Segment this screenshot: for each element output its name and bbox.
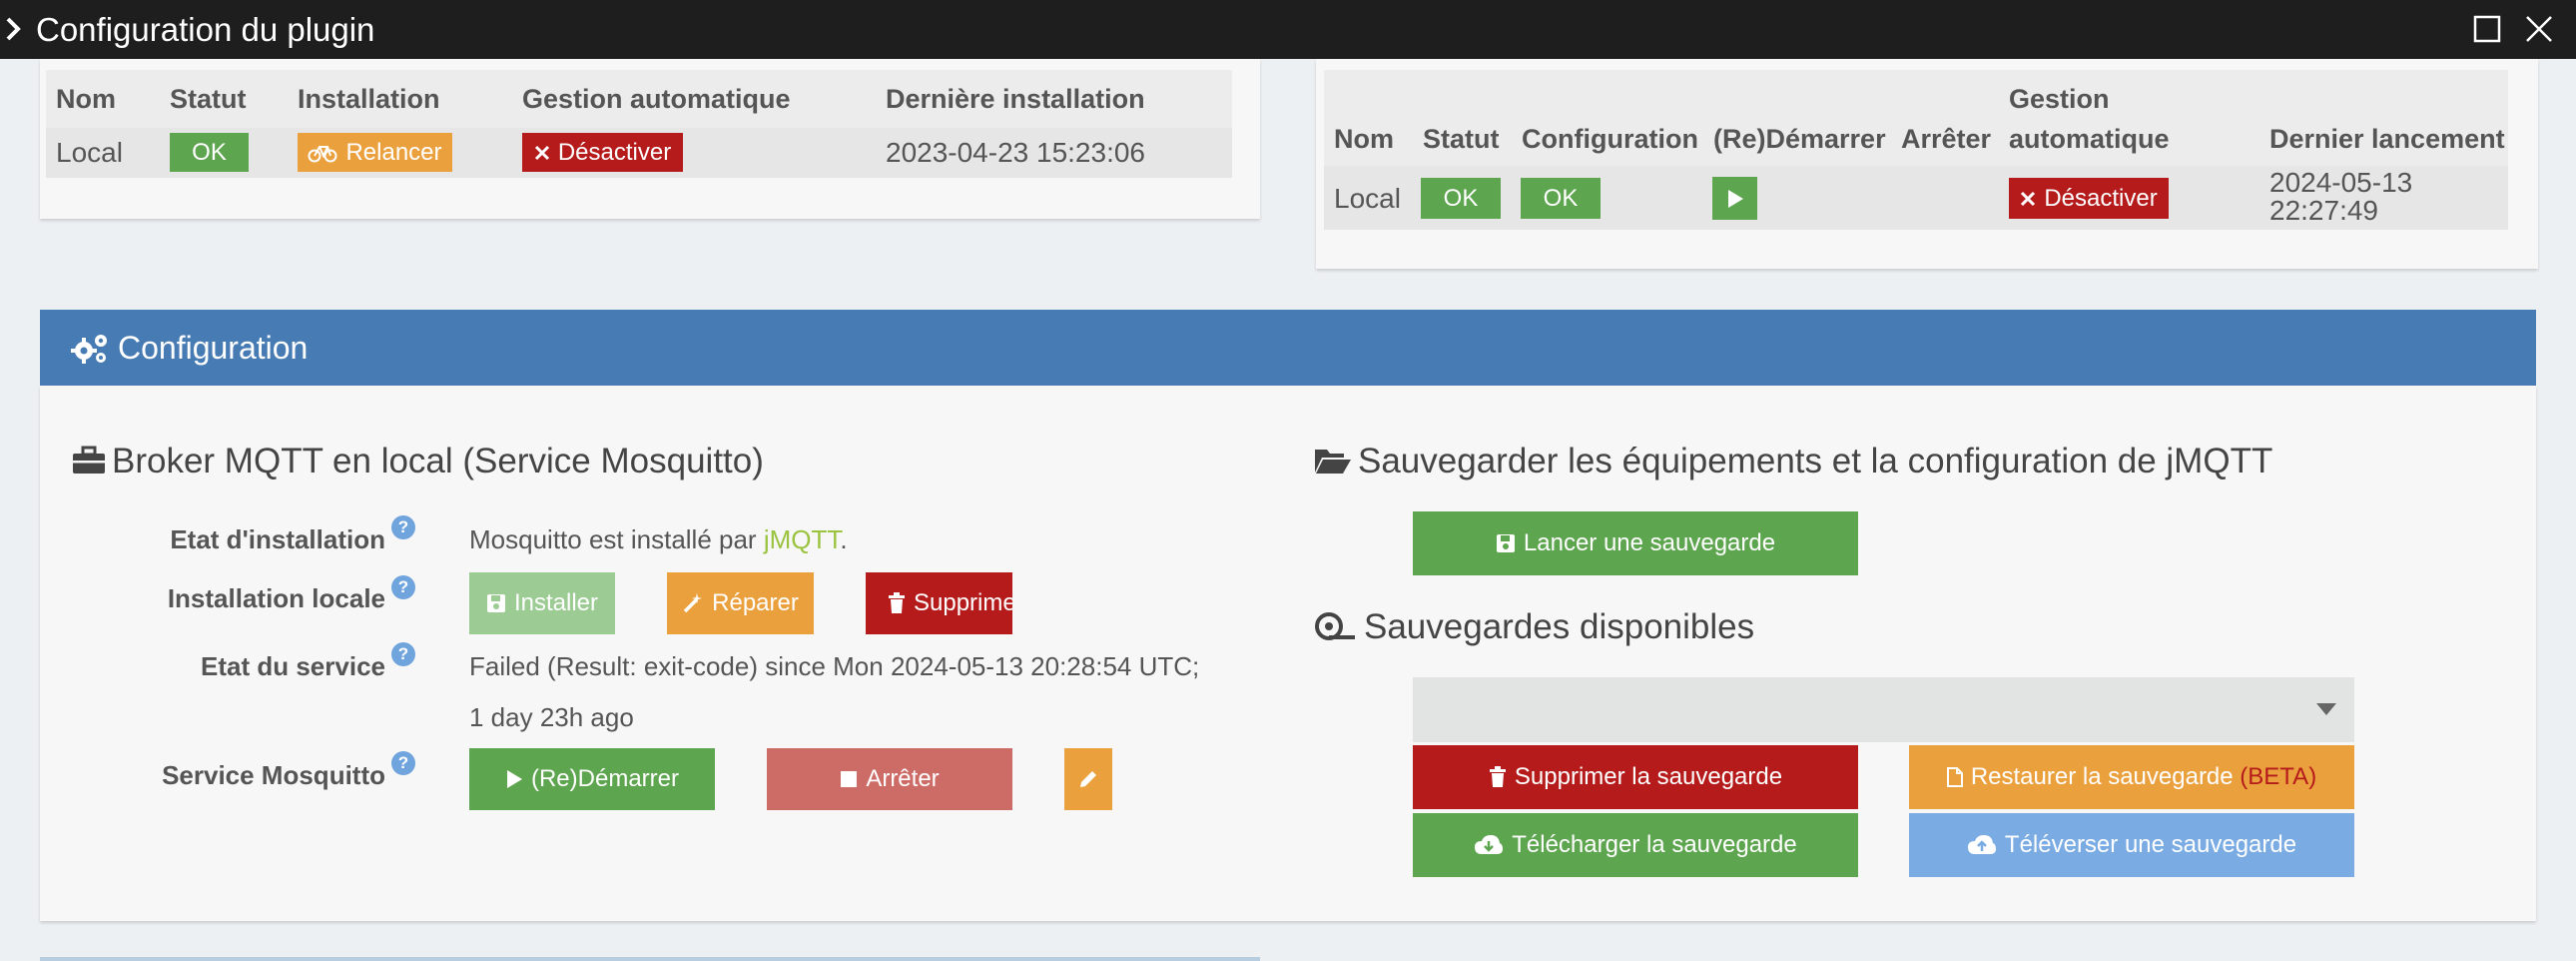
save-icon xyxy=(486,594,505,612)
maximize-icon[interactable] xyxy=(2472,14,2502,44)
toolbox-icon xyxy=(73,446,105,474)
close-icon[interactable] xyxy=(2524,14,2554,44)
file-icon xyxy=(1946,767,1963,787)
bicycle-icon xyxy=(308,145,337,162)
cloud-download-icon xyxy=(1475,835,1504,854)
install-mosquitto-button[interactable]: Installer xyxy=(469,572,615,634)
upload-backup-button[interactable]: Téléverser une sauvegarde xyxy=(1909,813,2354,877)
dropdown-caret-icon xyxy=(2316,703,2336,715)
help-icon[interactable]: ? xyxy=(391,515,415,539)
available-backups-title: Sauvegardes disponibles xyxy=(1314,605,1754,649)
jmqtt-link[interactable]: jMQTT xyxy=(764,524,841,554)
delete-backup-button[interactable]: Supprimer la sauvegarde xyxy=(1413,745,1858,809)
deactivate-auto-daemon-button[interactable]: Désactiver xyxy=(2009,178,2169,219)
service-mosquitto-label: Service Mosquitto xyxy=(162,760,385,790)
save-icon xyxy=(1496,534,1515,552)
deactivate-auto-install-button[interactable]: Désactiver xyxy=(522,133,683,172)
backup-section-title: Sauvegarder les équipements et la config… xyxy=(1314,440,2272,483)
install-state-value: Mosquitto est installé par jMQTT. xyxy=(469,524,848,554)
trash-icon xyxy=(889,592,905,613)
play-icon xyxy=(506,770,522,788)
col-header-last-install: Dernière installation xyxy=(886,84,1145,114)
window-title: Configuration du plugin xyxy=(36,11,375,48)
delete-mosquitto-button[interactable]: Supprimer xyxy=(866,572,1012,634)
times-icon xyxy=(534,145,549,160)
install-state-label: Etat d'installation xyxy=(170,524,385,554)
col-header-stop: Arrêter xyxy=(1901,124,1992,154)
daemon-last-launch-time: 22:27:49 xyxy=(2269,195,2378,226)
window-title-bar: Configuration du plugin xyxy=(0,0,2576,59)
cloud-upload-icon xyxy=(1967,835,1996,854)
times-icon xyxy=(2021,191,2036,206)
local-install-label: Installation locale xyxy=(167,583,385,613)
daemon-last-launch-date: 2024-05-13 xyxy=(2269,167,2413,198)
col-header-status: Statut xyxy=(170,84,247,114)
restore-backup-button[interactable]: Restaurer la sauvegarde (BETA) xyxy=(1909,745,2354,809)
dependencies-status-badge: OK xyxy=(170,133,249,172)
chevron-right-icon[interactable] xyxy=(4,16,24,42)
stop-mosquitto-button[interactable]: Arrêter xyxy=(767,748,1012,810)
restart-mosquitto-button[interactable]: (Re)Démarrer xyxy=(469,748,715,810)
daemon-restart-button[interactable] xyxy=(1712,177,1757,220)
dependencies-name: Local xyxy=(56,137,123,168)
daemon-status-badge: OK xyxy=(1421,178,1501,219)
daemon-name: Local xyxy=(1334,183,1401,214)
beta-tag: (BETA) xyxy=(2240,763,2317,790)
folder-open-icon xyxy=(1315,450,1351,474)
repair-mosquitto-button[interactable]: Réparer xyxy=(667,572,814,634)
col-header-status: Statut xyxy=(1423,124,1500,154)
download-backup-button[interactable]: Télécharger la sauvegarde xyxy=(1413,813,1858,877)
help-icon[interactable]: ? xyxy=(391,751,415,775)
col-header-auto-management-line2: automatique xyxy=(2009,124,2170,154)
stop-icon xyxy=(841,771,858,787)
dependencies-last-install: 2023-04-23 15:23:06 xyxy=(886,137,1145,168)
trash-icon xyxy=(1489,766,1506,787)
edit-mosquitto-config-button[interactable] xyxy=(1064,748,1112,810)
launch-backup-button[interactable]: Lancer une sauvegarde xyxy=(1413,511,1858,575)
col-header-restart: (Re)Démarrer xyxy=(1713,124,1886,154)
col-header-auto-management: Gestion automatique xyxy=(522,84,791,114)
daemon-config-badge: OK xyxy=(1521,178,1601,219)
magic-wand-icon xyxy=(683,593,703,613)
next-section-border xyxy=(40,957,1260,961)
service-state-line1: Failed (Result: exit-code) since Mon 202… xyxy=(469,651,1200,681)
service-state-line2: 1 day 23h ago xyxy=(469,702,634,732)
broker-section-title: Broker MQTT en local (Service Mosquitto) xyxy=(72,440,764,483)
col-header-last-launch: Dernier lancement xyxy=(2269,124,2505,154)
help-icon[interactable]: ? xyxy=(391,642,415,666)
tape-icon xyxy=(1315,612,1355,640)
service-state-label: Etat du service xyxy=(201,651,385,681)
configuration-title: Configuration xyxy=(118,330,309,366)
pencil-icon xyxy=(1080,771,1096,787)
col-header-auto-management-line1: Gestion xyxy=(2009,84,2110,114)
relaunch-install-button[interactable]: Relancer xyxy=(298,133,452,172)
play-icon xyxy=(1727,189,1743,208)
col-header-configuration: Configuration xyxy=(1522,124,1698,154)
cogs-icon xyxy=(71,335,107,364)
col-header-installation: Installation xyxy=(298,84,440,114)
col-header-name: Nom xyxy=(1334,124,1394,154)
col-header-name: Nom xyxy=(56,84,116,114)
help-icon[interactable]: ? xyxy=(391,575,415,599)
backup-select[interactable] xyxy=(1413,677,2354,742)
configuration-header: Configuration xyxy=(40,310,2536,386)
